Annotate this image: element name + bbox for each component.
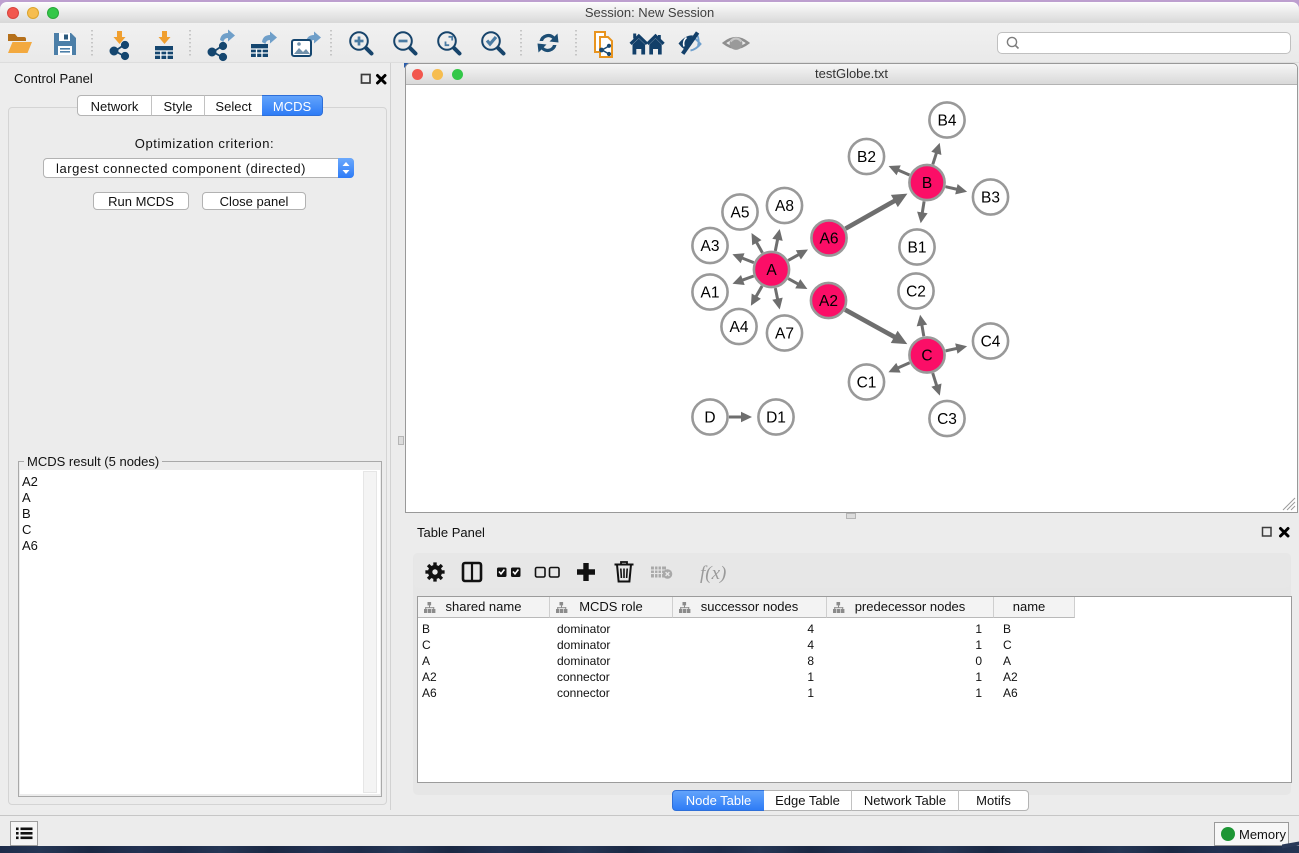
svg-text:A6: A6 [820,231,839,248]
svg-text:A3: A3 [701,238,720,255]
svg-text:A8: A8 [775,198,794,215]
svg-text:B: B [922,175,932,192]
svg-text:A5: A5 [731,205,750,222]
svg-text:D: D [704,410,715,427]
svg-text:A1: A1 [701,285,720,302]
svg-text:A: A [766,262,777,279]
svg-text:D1: D1 [766,410,786,427]
svg-text:B1: B1 [908,240,927,257]
svg-text:B2: B2 [857,149,876,166]
svg-text:C4: C4 [981,334,1001,351]
svg-text:A2: A2 [819,293,838,310]
svg-text:C3: C3 [937,411,957,428]
svg-text:f(x): f(x) [700,563,726,584]
svg-text:C: C [921,348,932,365]
svg-text:C1: C1 [857,375,877,392]
svg-text:C2: C2 [906,284,926,301]
svg-text:A4: A4 [730,319,749,336]
svg-text:A7: A7 [775,326,794,343]
svg-text:B3: B3 [981,190,1000,207]
svg-text:B4: B4 [938,113,957,130]
